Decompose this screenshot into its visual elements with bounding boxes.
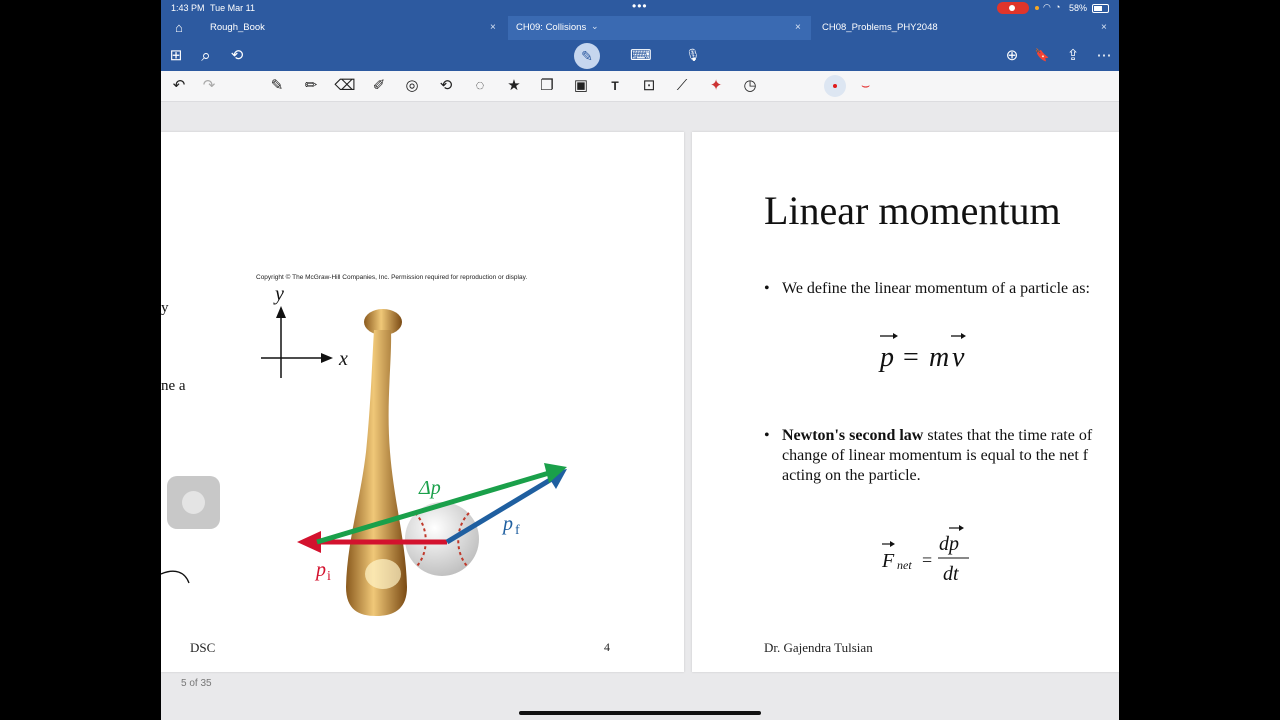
tab-ch09-collisions[interactable]: CH09: Collisions ⌄ × [508, 16, 811, 40]
eq2-numerator: dp [939, 533, 959, 555]
ink-stroke [161, 570, 190, 584]
x-axis-label: x [338, 348, 348, 370]
p-initial-subscript: i [327, 569, 331, 584]
page-footer-author: Dr. Gajendra Tulsian [764, 640, 873, 655]
battery-icon [1092, 4, 1109, 13]
coordinate-axes [261, 306, 333, 378]
eraser-tool-icon[interactable]: ⌫ [334, 71, 356, 101]
ruler-tool-icon[interactable]: ⟋ [671, 71, 693, 101]
home-icon[interactable]: ⌂ [175, 16, 183, 40]
page-footer: DSC [190, 640, 216, 655]
status-date: Tue Mar 11 [210, 3, 256, 13]
pencil-tool-icon[interactable]: ✏ [300, 71, 322, 101]
p-final-subscript: f [515, 523, 520, 538]
pen-tool-icon[interactable]: ✎ [266, 71, 288, 101]
add-page-icon[interactable]: ⊕ [1002, 40, 1022, 71]
eq2-denominator: dt [943, 563, 959, 585]
eq-F: F [881, 550, 895, 572]
tab-bar: ⌂ Rough_Book × CH09: Collisions ⌄ × CH08… [161, 16, 1119, 40]
close-icon[interactable]: × [795, 16, 801, 40]
keyboard-icon[interactable]: ⌨ [630, 40, 652, 71]
undo-icon[interactable]: ↶ [168, 71, 190, 101]
page-left[interactable]: Copyright © The McGraw-Hill Companies, I… [161, 132, 684, 672]
lasso-ai-icon[interactable]: ⟲ [227, 40, 247, 71]
more-icon[interactable]: ⋯ [1094, 40, 1114, 71]
grid-icon[interactable]: ⊞ [166, 40, 186, 71]
momentum-equation: p = m v [878, 333, 966, 373]
delta-p-label: Δp [418, 477, 441, 499]
baseball-bat [346, 309, 407, 616]
search-icon[interactable]: ⌕ [196, 40, 216, 71]
main-toolbar: ⊞ ⌕ ⟲ ✎ ⌨ 🎙 ⊕ 🔖 ⇪ ⋯ [161, 40, 1119, 71]
eq-v: v [952, 342, 965, 373]
wifi-icon: ◠ [1043, 2, 1051, 12]
bullet-bold-term: Newton's second law [782, 427, 924, 444]
status-bar: 1:43 PM Tue Mar 11 ••• ◠ ◔ 58% [161, 0, 1119, 16]
page-number: 4 [604, 640, 610, 654]
p-initial-label: p [314, 559, 326, 581]
timer-icon[interactable]: ◷ [739, 71, 761, 101]
laser-pointer-icon[interactable]: ✦ [705, 71, 727, 101]
eq-p: p [878, 342, 894, 373]
eq-equals: = [903, 342, 919, 373]
stroke-style-icon[interactable]: ⌣ [861, 77, 870, 94]
battery-percent: 58% [1069, 3, 1088, 13]
y-axis-label: y [273, 283, 284, 305]
pen-mode-button[interactable]: ✎ [574, 43, 600, 69]
app-screen: 1:43 PM Tue Mar 11 ••• ◠ ◔ 58% ⌂ Rough_B… [161, 0, 1119, 720]
multitasking-dots[interactable]: ••• [632, 0, 648, 13]
close-icon[interactable]: × [490, 16, 496, 40]
tab-rough-book[interactable]: Rough_Book × [201, 16, 508, 40]
highlighter-tool-icon[interactable]: ✐ [368, 71, 390, 101]
text-tool-icon[interactable]: T [604, 71, 626, 101]
home-indicator[interactable] [519, 711, 761, 715]
image-tool-icon[interactable]: ▣ [570, 71, 592, 101]
microphone-icon[interactable]: 🎙 [683, 40, 703, 71]
lasso-tool-icon[interactable]: ⟲ [435, 71, 457, 101]
bullet-text: acting on the particle. [782, 467, 921, 484]
bullet-text: change of linear momentum is equal to th… [782, 447, 1089, 464]
newton-equation: F net = dp dt [881, 525, 969, 585]
eq-m: m [929, 342, 949, 373]
tab-label: Rough_Book [210, 22, 265, 33]
p-final-label: p [501, 513, 513, 535]
drawing-toolbar: ↶ ↷ ✎ ✏ ⌫ ✐ ◎ ⟲ ◌ ★ ❐ ▣ T ⊡ ⟋ ✦ ◷ ⌣ [161, 71, 1119, 102]
assistive-touch-button[interactable] [167, 476, 220, 529]
color-picker-button[interactable] [824, 75, 846, 97]
select-tool-icon[interactable]: ◌ [469, 71, 491, 101]
status-time: 1:43 PM [171, 3, 205, 13]
shape-tool-icon[interactable]: ◎ [401, 71, 423, 101]
page-counter: 5 of 35 [181, 678, 212, 689]
close-icon[interactable]: × [1101, 16, 1107, 40]
screen-recording-indicator[interactable] [997, 2, 1029, 14]
chevron-down-icon[interactable]: ⌄ [591, 14, 599, 38]
bullet-text: states that the time rate of [923, 427, 1093, 444]
page-right[interactable]: Linear momentum • We define the linear m… [692, 132, 1119, 672]
camera-tool-icon[interactable]: ⊡ [638, 71, 660, 101]
bullet-text: We define the linear momentum of a parti… [782, 280, 1090, 297]
eq-F-subscript: net [897, 558, 912, 572]
orientation-lock-icon: ◔ [1055, 2, 1061, 12]
share-icon[interactable]: ⇪ [1063, 40, 1083, 71]
momentum-figure: y x Δp p f p i [161, 283, 567, 616]
mic-in-use-dot [1035, 6, 1039, 10]
tab-label: CH09: Collisions [516, 22, 587, 33]
eq2-equals: = [922, 550, 932, 570]
bookmark-icon[interactable]: 🔖 [1032, 40, 1052, 71]
sticker-tool-icon[interactable]: ★ [503, 71, 525, 101]
tab-ch08-problems[interactable]: CH08_Problems_PHY2048 × [811, 16, 1119, 40]
redo-icon[interactable]: ↷ [198, 71, 220, 101]
slide-title: Linear momentum [764, 188, 1061, 233]
element-tool-icon[interactable]: ❐ [536, 71, 558, 101]
tab-label: CH08_Problems_PHY2048 [822, 22, 938, 33]
